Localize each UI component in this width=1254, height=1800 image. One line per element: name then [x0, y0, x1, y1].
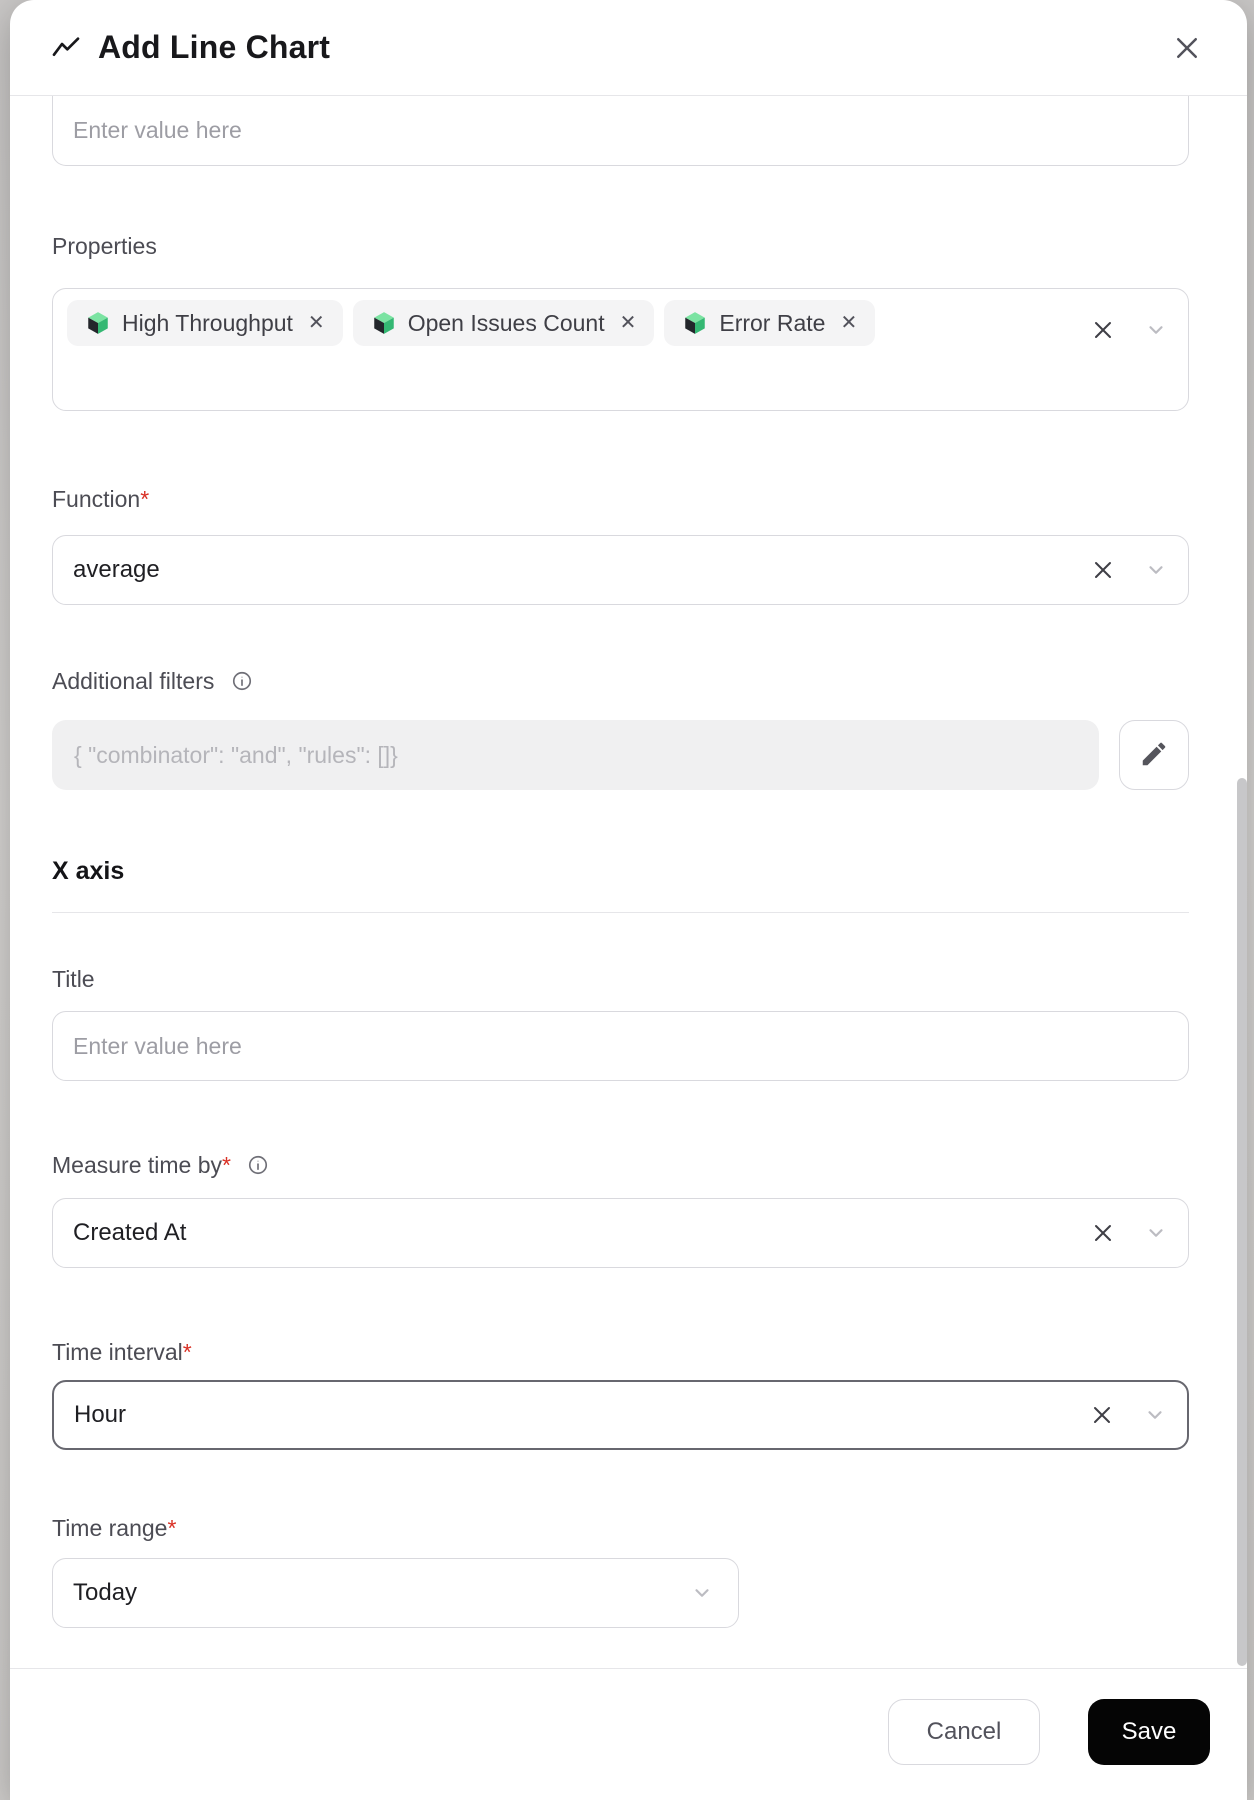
measure-time-by-value: Created At — [73, 1219, 187, 1246]
x-axis-title-input[interactable] — [52, 1011, 1189, 1081]
time-interval-label: Time interval* — [52, 1338, 1189, 1366]
time-range-label: Time range* — [52, 1514, 1189, 1542]
required-asterisk: * — [167, 1515, 177, 1541]
chevron-down-icon[interactable] — [690, 1581, 714, 1605]
measure-time-by-select[interactable]: Created At — [52, 1198, 1189, 1268]
y-axis-title-input[interactable] — [52, 96, 1189, 166]
blueprint-cube-icon — [373, 312, 394, 334]
chip-open-issues-count: Open Issues Count ✕ — [352, 300, 655, 346]
dialog-header: Add Line Chart — [10, 0, 1247, 96]
properties-label: Properties — [52, 233, 157, 259]
measure-time-by-label: Measure time by* — [52, 1151, 1189, 1182]
time-range-select[interactable]: Today — [52, 1558, 739, 1628]
chevron-down-icon[interactable] — [1144, 1221, 1168, 1245]
function-label-text: Function — [52, 486, 141, 512]
time-interval-value: Hour — [74, 1401, 127, 1428]
additional-filters-row: { "combinator": "and", "rules": []} — [52, 720, 1189, 790]
clear-icon[interactable] — [1090, 1220, 1116, 1246]
blueprint-cube-icon — [88, 312, 108, 334]
chevron-down-icon[interactable] — [1144, 558, 1168, 582]
cancel-button[interactable]: Cancel — [888, 1698, 1040, 1765]
time-range-value: Today — [73, 1579, 138, 1606]
blueprint-cube-icon — [685, 312, 706, 334]
dialog-body: Properties High Throughput ✕ Open Issues… — [10, 96, 1247, 1668]
pencil-icon — [1139, 739, 1169, 772]
clear-icon[interactable] — [1090, 557, 1116, 583]
section-divider — [52, 912, 1189, 913]
clear-icon[interactable] — [1089, 1402, 1115, 1428]
chip-error-rate: Error Rate ✕ — [664, 300, 876, 346]
info-icon — [247, 1154, 269, 1182]
time-interval-select[interactable]: Hour — [52, 1380, 1189, 1450]
function-label: Function* — [52, 485, 1189, 513]
chip-label: High Throughput — [122, 309, 293, 336]
info-icon — [231, 670, 253, 698]
chip-high-throughput: High Throughput ✕ — [67, 300, 343, 346]
properties-multiselect[interactable]: High Throughput ✕ Open Issues Count ✕ Er… — [52, 288, 1189, 411]
additional-filters-label-text: Additional filters — [52, 668, 215, 694]
chip-remove-icon[interactable]: ✕ — [308, 313, 325, 333]
dialog-footer: Cancel Save — [10, 1668, 1247, 1800]
additional-filters-label: Additional filters — [52, 667, 1189, 698]
measure-time-by-label-text: Measure time by — [52, 1152, 223, 1178]
clear-icon[interactable] — [1090, 317, 1116, 343]
chip-label: Open Issues Count — [407, 309, 605, 336]
add-line-chart-dialog: Add Line Chart Properties High Throughpu… — [10, 0, 1247, 1800]
chip-remove-icon[interactable]: ✕ — [840, 313, 857, 333]
function-select[interactable]: average — [52, 535, 1189, 605]
time-range-label-text: Time range — [52, 1515, 168, 1541]
chip-remove-icon[interactable]: ✕ — [620, 313, 637, 333]
close-icon[interactable] — [1167, 28, 1207, 68]
required-asterisk: * — [182, 1339, 192, 1365]
title-label: Title — [52, 966, 95, 992]
required-asterisk: * — [140, 486, 150, 512]
line-chart-icon — [50, 31, 84, 65]
time-interval-label-text: Time interval — [52, 1339, 183, 1365]
x-axis-section-heading: X axis — [52, 857, 125, 885]
function-value: average — [73, 556, 160, 583]
chip-label: Error Rate — [719, 309, 826, 336]
save-button[interactable]: Save — [1088, 1698, 1210, 1765]
chevron-down-icon[interactable] — [1144, 318, 1168, 342]
scrollbar-thumb[interactable] — [1237, 778, 1247, 1666]
dialog-title: Add Line Chart — [98, 29, 331, 65]
edit-filters-button[interactable] — [1119, 720, 1189, 790]
chevron-down-icon[interactable] — [1143, 1403, 1167, 1427]
additional-filters-value: { "combinator": "and", "rules": []} — [52, 720, 1099, 790]
required-asterisk: * — [222, 1152, 231, 1178]
